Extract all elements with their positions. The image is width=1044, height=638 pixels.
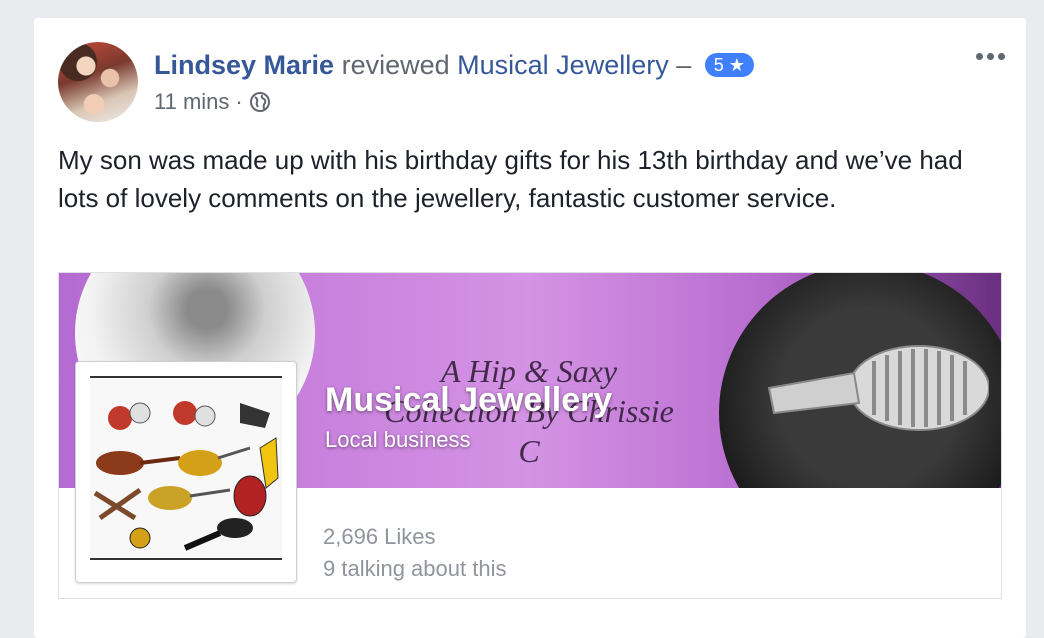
page-attachment[interactable]: A Hip & Saxy Collection By Chrissie C Mu… (58, 272, 1002, 599)
feed-post-card: Lindsey Marie reviewed Musical Jewellery… (34, 18, 1026, 638)
talking-count: 9 talking about this (323, 556, 507, 581)
globe-icon[interactable] (249, 91, 271, 113)
jewellery-product-image (90, 376, 282, 560)
rating-badge: 5 ★ (704, 52, 754, 77)
author-name-link[interactable]: Lindsey Marie (154, 50, 334, 80)
post-header: Lindsey Marie reviewed Musical Jewellery… (154, 48, 754, 82)
likes-count: 2,696 Likes (323, 524, 436, 549)
post-body-text: My son was made up with his birthday gif… (58, 145, 963, 213)
separator-text: – (676, 50, 692, 80)
page-stats: 2,696 Likes 9 talking about this (323, 521, 506, 585)
post-meta: 11 mins · (154, 88, 271, 116)
page-name-link[interactable]: Musical Jewellery (457, 50, 669, 80)
page-profile-picture[interactable] (75, 361, 297, 583)
author-avatar[interactable] (58, 42, 138, 122)
attachment-page-name[interactable]: Musical Jewellery (325, 381, 612, 420)
more-dot-icon (975, 52, 983, 60)
more-dot-icon (997, 52, 1005, 60)
attachment-category: Local business (325, 427, 471, 452)
microphone-illustration (767, 345, 989, 431)
meta-dot: · (235, 89, 243, 114)
more-options-button[interactable] (970, 46, 1010, 66)
more-dot-icon (986, 52, 994, 60)
timestamp-link[interactable]: 11 mins (154, 88, 229, 116)
action-text: reviewed (341, 50, 450, 80)
